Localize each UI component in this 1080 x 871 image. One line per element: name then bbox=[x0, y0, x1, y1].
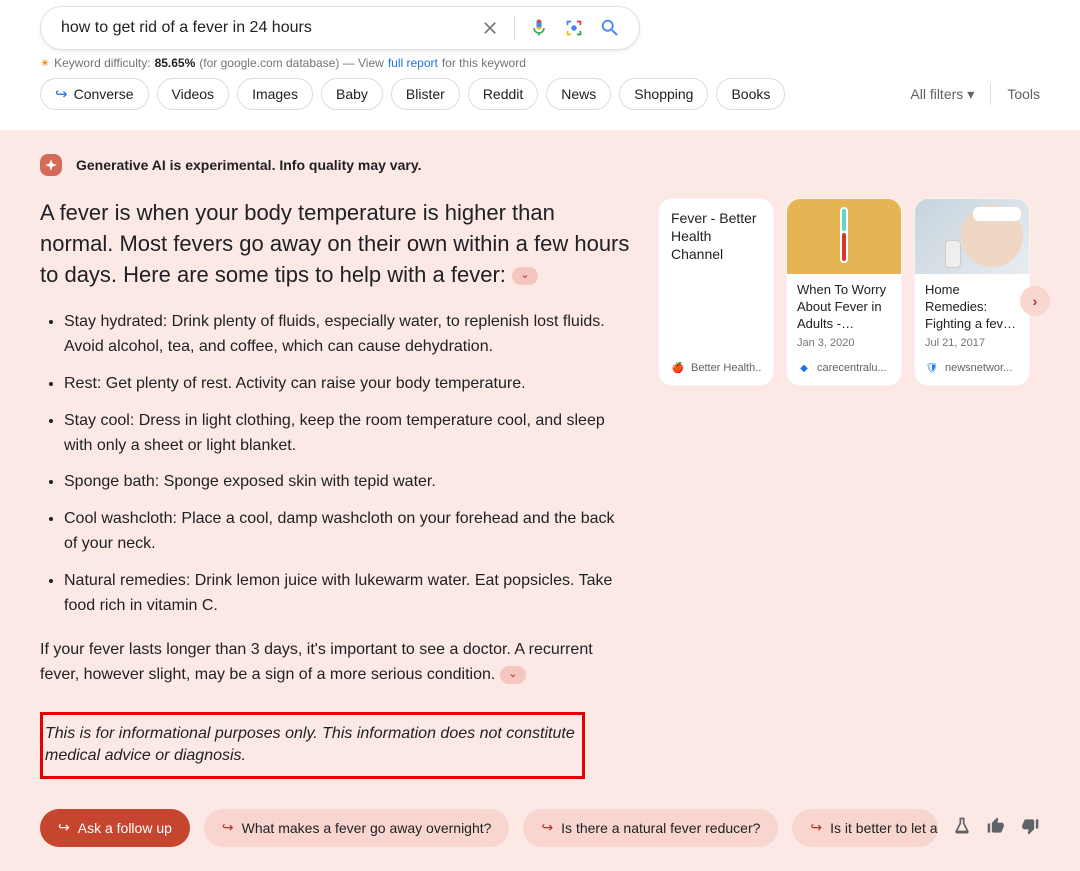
all-filters-label: All filters bbox=[910, 86, 963, 102]
sge-badge-text: Generative AI is experimental. Info qual… bbox=[76, 157, 421, 173]
card-title: Home Remedies: Fighting a fev… bbox=[925, 282, 1019, 333]
sge-bullet: Cool washcloth: Place a cool, damp washc… bbox=[64, 507, 630, 557]
next-cards-button[interactable]: › bbox=[1020, 286, 1050, 316]
expand-icon[interactable]: ⌄ bbox=[512, 267, 538, 285]
sge-panel: Generative AI is experimental. Info qual… bbox=[0, 130, 1080, 871]
disclaimer-text: This is for informational purposes only.… bbox=[43, 723, 582, 768]
thumbs-down-icon[interactable] bbox=[1020, 816, 1040, 839]
followup-suggestion[interactable]: ↪ What makes a fever go away overnight? bbox=[204, 809, 510, 847]
card-date: Jan 3, 2020 bbox=[797, 337, 891, 349]
filter-chip-images[interactable]: Images bbox=[237, 78, 313, 110]
thumbs-up-icon[interactable] bbox=[986, 816, 1006, 839]
filter-chip-label: Books bbox=[731, 86, 770, 102]
sge-intro: A fever is when your body temperature is… bbox=[40, 198, 630, 290]
favicon-icon: ◆ bbox=[797, 361, 811, 375]
card-source: carecentralu... bbox=[817, 362, 887, 374]
divider bbox=[990, 83, 991, 105]
sge-intro-text: A fever is when your body temperature is… bbox=[40, 200, 629, 287]
expand-icon[interactable]: ⌄ bbox=[500, 666, 526, 684]
extension-icon: ✴ bbox=[40, 56, 50, 70]
disclaimer-box: This is for informational purposes only.… bbox=[40, 712, 585, 779]
search-icon[interactable] bbox=[599, 17, 621, 39]
converse-arrow-icon: ↪ bbox=[810, 819, 822, 836]
filter-chip-converse[interactable]: ↪ Converse bbox=[40, 78, 149, 110]
followup-suggestion[interactable]: ↪ Is there a natural fever reducer? bbox=[523, 809, 778, 847]
card-title: Fever - Better Health Channel bbox=[671, 209, 761, 264]
filter-chip-books[interactable]: Books bbox=[716, 78, 785, 110]
card-image bbox=[787, 199, 901, 274]
ask-followup-button[interactable]: ↪ Ask a follow up bbox=[40, 809, 190, 847]
filter-chip-shopping[interactable]: Shopping bbox=[619, 78, 708, 110]
filter-chip-label: News bbox=[561, 86, 596, 102]
converse-arrow-icon: ↪ bbox=[222, 819, 234, 836]
filter-chip-label: Images bbox=[252, 86, 298, 102]
filter-chip-label: Videos bbox=[172, 86, 215, 102]
followup-label: Is there a natural fever reducer? bbox=[561, 820, 760, 836]
sge-outro: If your fever lasts longer than 3 days, … bbox=[40, 638, 630, 688]
sparkle-icon bbox=[40, 154, 62, 176]
sge-bullet-list: Stay hydrated: Drink plenty of fluids, e… bbox=[64, 310, 630, 618]
search-box[interactable] bbox=[40, 6, 640, 50]
flask-icon[interactable] bbox=[952, 816, 972, 839]
source-card[interactable]: When To Worry About Fever in Adults -… J… bbox=[786, 198, 902, 386]
filter-chip-reddit[interactable]: Reddit bbox=[468, 78, 538, 110]
sge-bullet: Natural remedies: Drink lemon juice with… bbox=[64, 569, 630, 619]
chevron-right-icon: › bbox=[1033, 293, 1038, 309]
followup-suggestion[interactable]: ↪ Is it better to let a fever burn ou bbox=[792, 809, 938, 847]
filter-chip-blister[interactable]: Blister bbox=[391, 78, 460, 110]
kd-value: 85.65% bbox=[155, 56, 196, 70]
search-input[interactable] bbox=[61, 19, 480, 37]
sge-bullet: Sponge bath: Sponge exposed skin with te… bbox=[64, 470, 630, 495]
source-cards-row: Fever - Better Health Channel 🍎 Better H… bbox=[658, 198, 1038, 386]
followup-row: ↪ Ask a follow up ↪ What makes a fever g… bbox=[40, 809, 1040, 847]
filter-chip-label: Converse bbox=[74, 86, 134, 102]
keyword-difficulty-row: ✴ Keyword difficulty: 85.65% (for google… bbox=[0, 50, 1080, 70]
converse-arrow-icon: ↪ bbox=[55, 85, 68, 103]
filter-chips: ↪ Converse Videos Images Baby Blister Re… bbox=[40, 78, 785, 110]
favicon-icon: 🛡 bbox=[925, 361, 939, 375]
filter-chip-label: Blister bbox=[406, 86, 445, 102]
filter-chip-label: Reddit bbox=[483, 86, 523, 102]
filter-chip-label: Shopping bbox=[634, 86, 693, 102]
tools-button[interactable]: Tools bbox=[1007, 86, 1040, 102]
kd-suffix1: (for google.com database) — View bbox=[199, 56, 384, 70]
favicon-icon: 🍎 bbox=[671, 361, 685, 375]
chevron-down-icon: ▾ bbox=[967, 86, 974, 103]
card-date: Jul 21, 2017 bbox=[925, 337, 1019, 349]
filter-chip-baby[interactable]: Baby bbox=[321, 78, 383, 110]
source-card[interactable]: Fever - Better Health Channel 🍎 Better H… bbox=[658, 198, 774, 386]
card-image bbox=[915, 199, 1029, 274]
filter-chip-news[interactable]: News bbox=[546, 78, 611, 110]
followup-main-label: Ask a follow up bbox=[78, 820, 172, 836]
card-title: When To Worry About Fever in Adults -… bbox=[797, 282, 891, 333]
clear-icon[interactable] bbox=[480, 18, 500, 38]
voice-search-icon[interactable] bbox=[529, 18, 549, 38]
followup-label: Is it better to let a fever burn ou bbox=[830, 820, 938, 836]
all-filters-button[interactable]: All filters ▾ bbox=[910, 86, 974, 103]
sge-bullet: Rest: Get plenty of rest. Activity can r… bbox=[64, 372, 630, 397]
converse-arrow-icon: ↪ bbox=[58, 819, 70, 836]
filter-chip-label: Baby bbox=[336, 86, 368, 102]
card-source: newsnetwor... bbox=[945, 362, 1012, 374]
sge-bullet: Stay hydrated: Drink plenty of fluids, e… bbox=[64, 310, 630, 360]
kd-label: Keyword difficulty: bbox=[54, 56, 151, 70]
kd-suffix2: for this keyword bbox=[442, 56, 526, 70]
lens-icon[interactable] bbox=[563, 17, 585, 39]
card-source: Better Health... bbox=[691, 362, 761, 374]
source-card[interactable]: Home Remedies: Fighting a fev… Jul 21, 2… bbox=[914, 198, 1030, 386]
sge-bullet: Stay cool: Dress in light clothing, keep… bbox=[64, 409, 630, 459]
converse-arrow-icon: ↪ bbox=[541, 819, 553, 836]
kd-link[interactable]: full report bbox=[388, 56, 438, 70]
followup-label: What makes a fever go away overnight? bbox=[242, 820, 492, 836]
filter-chip-videos[interactable]: Videos bbox=[157, 78, 230, 110]
